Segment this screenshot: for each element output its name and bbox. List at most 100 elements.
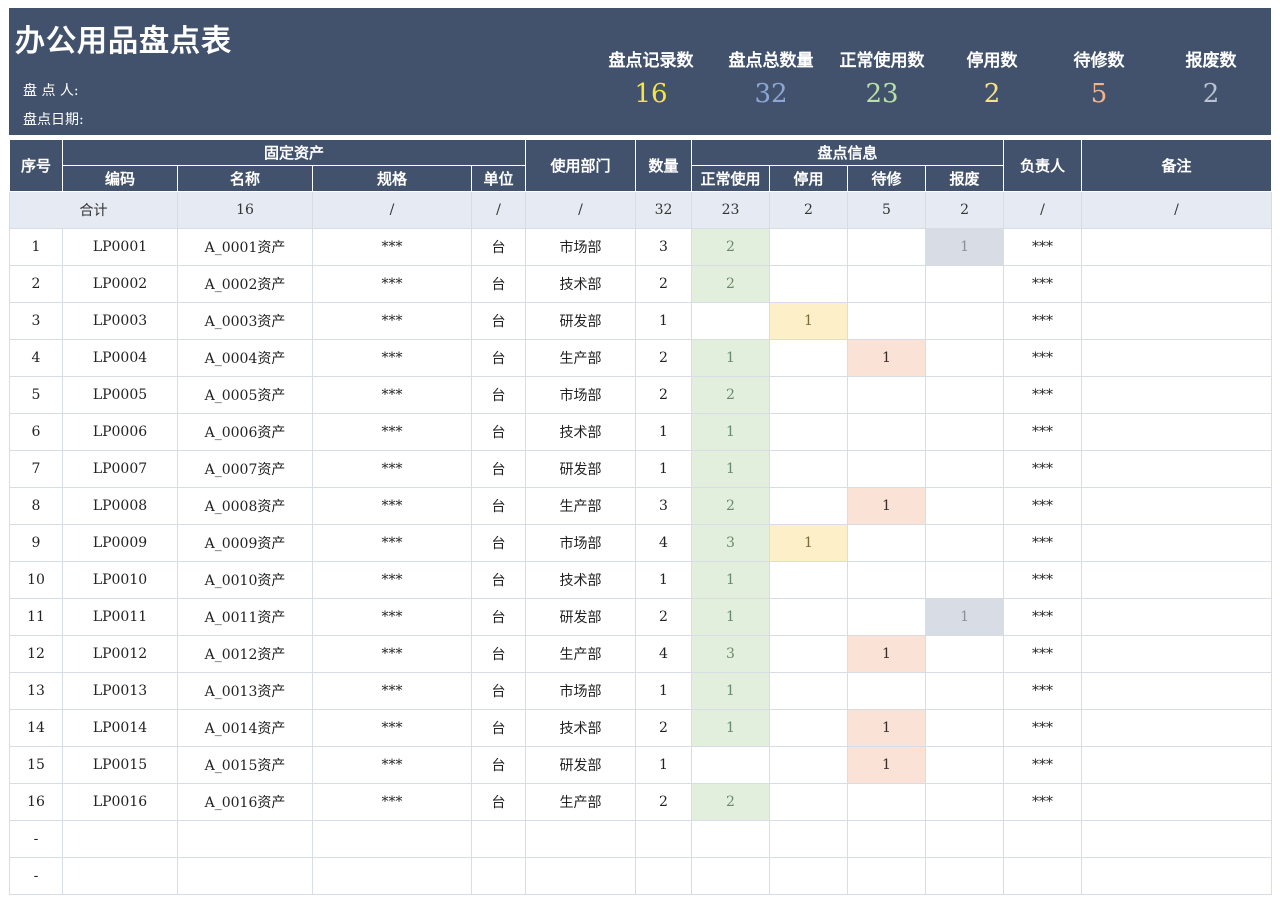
cell-remark[interactable] bbox=[1081, 339, 1273, 377]
summary-unit[interactable]: / bbox=[470, 191, 527, 229]
cell-stop[interactable] bbox=[769, 709, 849, 747]
summary-scrap[interactable]: 2 bbox=[925, 191, 1005, 229]
cell-name[interactable]: A_0013资产 bbox=[177, 672, 313, 710]
cell-unit[interactable]: 台 bbox=[470, 302, 527, 340]
cell-stop[interactable] bbox=[769, 561, 849, 599]
cell-remark[interactable] bbox=[1081, 598, 1273, 636]
cell-owner[interactable]: *** bbox=[1003, 783, 1083, 821]
cell-repair[interactable]: 1 bbox=[847, 487, 927, 525]
cell-scrap[interactable] bbox=[925, 265, 1005, 303]
cell-qty[interactable]: 1 bbox=[635, 450, 693, 488]
summary-owner[interactable]: / bbox=[1003, 191, 1083, 229]
cell-code[interactable]: LP0011 bbox=[62, 598, 178, 636]
summary-spec[interactable]: / bbox=[312, 191, 472, 229]
cell-qty[interactable]: 2 bbox=[635, 709, 693, 747]
cell-remark[interactable] bbox=[1081, 635, 1273, 673]
cell-owner[interactable]: *** bbox=[1003, 635, 1083, 673]
cell-scrap[interactable] bbox=[925, 487, 1005, 525]
cell-name[interactable]: A_0002资产 bbox=[177, 265, 313, 303]
cell-seq[interactable]: 14 bbox=[9, 709, 63, 747]
cell-scrap[interactable] bbox=[925, 672, 1005, 710]
cell-remark[interactable] bbox=[1081, 228, 1273, 266]
empty-cell[interactable] bbox=[847, 820, 927, 858]
cell-qty[interactable]: 4 bbox=[635, 635, 693, 673]
cell-scrap[interactable] bbox=[925, 635, 1005, 673]
cell-qty[interactable]: 2 bbox=[635, 265, 693, 303]
cell-remark[interactable] bbox=[1081, 413, 1273, 451]
cell-stop[interactable] bbox=[769, 265, 849, 303]
empty-cell[interactable] bbox=[925, 857, 1005, 895]
summary-name[interactable]: 16 bbox=[177, 191, 313, 229]
cell-scrap[interactable] bbox=[925, 450, 1005, 488]
cell-scrap[interactable] bbox=[925, 339, 1005, 377]
empty-cell[interactable] bbox=[62, 857, 178, 895]
cell-name[interactable]: A_0009资产 bbox=[177, 524, 313, 562]
cell-remark[interactable] bbox=[1081, 709, 1273, 747]
cell-unit[interactable]: 台 bbox=[470, 709, 527, 747]
cell-dept[interactable]: 市场部 bbox=[525, 524, 637, 562]
cell-code[interactable]: LP0016 bbox=[62, 783, 178, 821]
cell-code[interactable]: LP0009 bbox=[62, 524, 178, 562]
cell-code[interactable]: LP0002 bbox=[62, 265, 178, 303]
cell-name[interactable]: A_0015资产 bbox=[177, 746, 313, 784]
cell-repair[interactable] bbox=[847, 561, 927, 599]
cell-name[interactable]: A_0012资产 bbox=[177, 635, 313, 673]
cell-remark[interactable] bbox=[1081, 783, 1273, 821]
cell-stop[interactable] bbox=[769, 339, 849, 377]
cell-name[interactable]: A_0014资产 bbox=[177, 709, 313, 747]
cell-seq[interactable]: 4 bbox=[9, 339, 63, 377]
cell-owner[interactable]: *** bbox=[1003, 709, 1083, 747]
empty-cell[interactable] bbox=[691, 857, 771, 895]
cell-dept[interactable]: 生产部 bbox=[525, 339, 637, 377]
cell-dept[interactable]: 技术部 bbox=[525, 709, 637, 747]
cell-qty[interactable]: 3 bbox=[635, 228, 693, 266]
cell-owner[interactable]: *** bbox=[1003, 228, 1083, 266]
empty-cell[interactable] bbox=[847, 857, 927, 895]
empty-cell[interactable] bbox=[177, 857, 313, 895]
cell-unit[interactable]: 台 bbox=[470, 450, 527, 488]
cell-code[interactable]: LP0003 bbox=[62, 302, 178, 340]
empty-cell[interactable] bbox=[1003, 857, 1083, 895]
cell-repair[interactable] bbox=[847, 672, 927, 710]
empty-cell[interactable] bbox=[62, 820, 178, 858]
cell-name[interactable]: A_0008资产 bbox=[177, 487, 313, 525]
cell-scrap[interactable] bbox=[925, 561, 1005, 599]
cell-seq[interactable]: 10 bbox=[9, 561, 63, 599]
cell-qty[interactable]: 1 bbox=[635, 413, 693, 451]
cell-scrap[interactable]: 1 bbox=[925, 228, 1005, 266]
cell-owner[interactable]: *** bbox=[1003, 339, 1083, 377]
cell-normal[interactable]: 3 bbox=[691, 635, 771, 673]
summary-qty[interactable]: 32 bbox=[635, 191, 693, 229]
cell-normal[interactable]: 1 bbox=[691, 709, 771, 747]
cell-spec[interactable]: *** bbox=[312, 450, 472, 488]
summary-label[interactable]: 合计 bbox=[9, 191, 178, 229]
cell-seq[interactable]: 7 bbox=[9, 450, 63, 488]
cell-normal[interactable] bbox=[691, 746, 771, 784]
cell-code[interactable]: LP0010 bbox=[62, 561, 178, 599]
empty-cell[interactable] bbox=[470, 857, 527, 895]
empty-cell[interactable] bbox=[1003, 820, 1083, 858]
cell-spec[interactable]: *** bbox=[312, 635, 472, 673]
cell-owner[interactable]: *** bbox=[1003, 672, 1083, 710]
cell-unit[interactable]: 台 bbox=[470, 339, 527, 377]
cell-code[interactable]: LP0001 bbox=[62, 228, 178, 266]
summary-stop[interactable]: 2 bbox=[769, 191, 849, 229]
cell-repair[interactable] bbox=[847, 376, 927, 414]
cell-stop[interactable] bbox=[769, 783, 849, 821]
cell-normal[interactable]: 2 bbox=[691, 487, 771, 525]
cell-owner[interactable]: *** bbox=[1003, 487, 1083, 525]
cell-scrap[interactable] bbox=[925, 746, 1005, 784]
cell-code[interactable]: LP0008 bbox=[62, 487, 178, 525]
cell-code[interactable]: LP0014 bbox=[62, 709, 178, 747]
cell-seq[interactable]: 11 bbox=[9, 598, 63, 636]
cell-owner[interactable]: *** bbox=[1003, 524, 1083, 562]
cell-normal[interactable] bbox=[691, 302, 771, 340]
cell-qty[interactable]: 1 bbox=[635, 672, 693, 710]
cell-dept[interactable]: 研发部 bbox=[525, 450, 637, 488]
cell-scrap[interactable] bbox=[925, 709, 1005, 747]
cell-unit[interactable]: 台 bbox=[470, 228, 527, 266]
cell-qty[interactable]: 1 bbox=[635, 561, 693, 599]
cell-unit[interactable]: 台 bbox=[470, 376, 527, 414]
cell-seq[interactable]: 2 bbox=[9, 265, 63, 303]
cell-scrap[interactable]: 1 bbox=[925, 598, 1005, 636]
